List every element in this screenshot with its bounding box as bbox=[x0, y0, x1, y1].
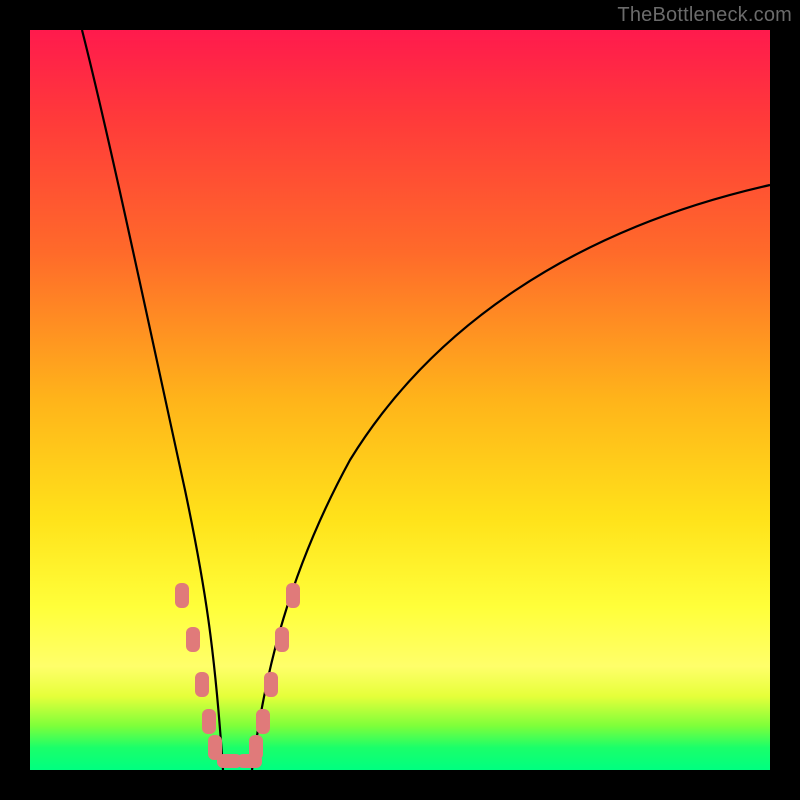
left-branch-curve bbox=[82, 30, 223, 770]
marker bbox=[286, 583, 300, 608]
marker bbox=[256, 709, 270, 734]
marker bbox=[264, 672, 278, 697]
marker bbox=[202, 709, 216, 734]
watermark-text: TheBottleneck.com bbox=[617, 4, 792, 27]
curve-layer bbox=[30, 30, 770, 770]
marker bbox=[175, 583, 189, 608]
marker bbox=[275, 627, 289, 652]
plot-area bbox=[30, 30, 770, 770]
marker bbox=[195, 672, 209, 697]
marker-group bbox=[175, 583, 300, 768]
marker bbox=[249, 735, 263, 760]
right-branch-curve bbox=[252, 185, 770, 770]
marker bbox=[186, 627, 200, 652]
chart-frame: TheBottleneck.com bbox=[0, 0, 800, 800]
